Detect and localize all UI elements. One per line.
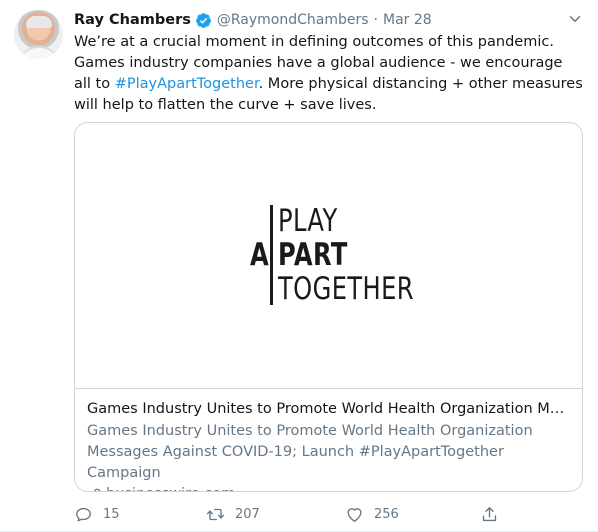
share-button[interactable]: [480, 502, 509, 526]
play-apart-together-logo: PLAY A PART TOGETHER: [75, 123, 582, 389]
tweet-date[interactable]: Mar 28: [383, 12, 432, 28]
hashtag-link[interactable]: #PlayApartTogether: [115, 76, 259, 92]
action-bar: 15 207 256: [74, 502, 504, 526]
link-icon: [94, 488, 101, 491]
retweet-button[interactable]: 207: [206, 502, 260, 526]
logo-word-part: PART: [278, 237, 348, 273]
reply-count: 15: [103, 506, 120, 522]
avatar[interactable]: [14, 10, 63, 59]
tweet[interactable]: Ray Chambers @RaymondChambers · Mar 28 W…: [0, 0, 598, 532]
author-name[interactable]: Ray Chambers: [74, 12, 191, 28]
author-handle[interactable]: @RaymondChambers: [217, 12, 369, 28]
tweet-text: We’re at a crucial moment in defining ou…: [74, 32, 584, 116]
avatar-hair: [26, 16, 52, 28]
tweet-header: Ray Chambers @RaymondChambers · Mar 28: [74, 10, 432, 30]
card-domain-text: businesswire.com: [106, 484, 235, 491]
retweet-count: 207: [235, 506, 260, 522]
verified-badge-icon: [195, 12, 211, 28]
link-card[interactable]: PLAY A PART TOGETHER Games Industry Unit…: [74, 122, 583, 492]
card-text[interactable]: Games Industry Unites to Promote World H…: [87, 399, 573, 491]
reply-button[interactable]: 15: [74, 502, 120, 526]
logo-word-together: TOGETHER: [278, 271, 414, 307]
retweet-icon: [206, 508, 225, 520]
share-icon: [482, 506, 497, 521]
card-title[interactable]: Games Industry Unites to Promote World H…: [87, 399, 573, 421]
reply-icon: [76, 507, 91, 522]
like-count: 256: [374, 506, 399, 522]
chevron-down-icon[interactable]: [566, 10, 584, 28]
logo-word-a: A: [250, 237, 270, 273]
logo-word-play: PLAY: [278, 203, 338, 239]
card-description: Games Industry Unites to Promote World H…: [87, 423, 533, 481]
card-image[interactable]: PLAY A PART TOGETHER: [75, 123, 582, 389]
logo-divider-bar: [270, 205, 273, 305]
like-icon: [347, 507, 362, 522]
separator-dot: ·: [373, 12, 378, 28]
card-domain[interactable]: businesswire.com: [87, 484, 573, 491]
like-button[interactable]: 256: [345, 502, 399, 526]
avatar-shirt: [20, 46, 58, 59]
